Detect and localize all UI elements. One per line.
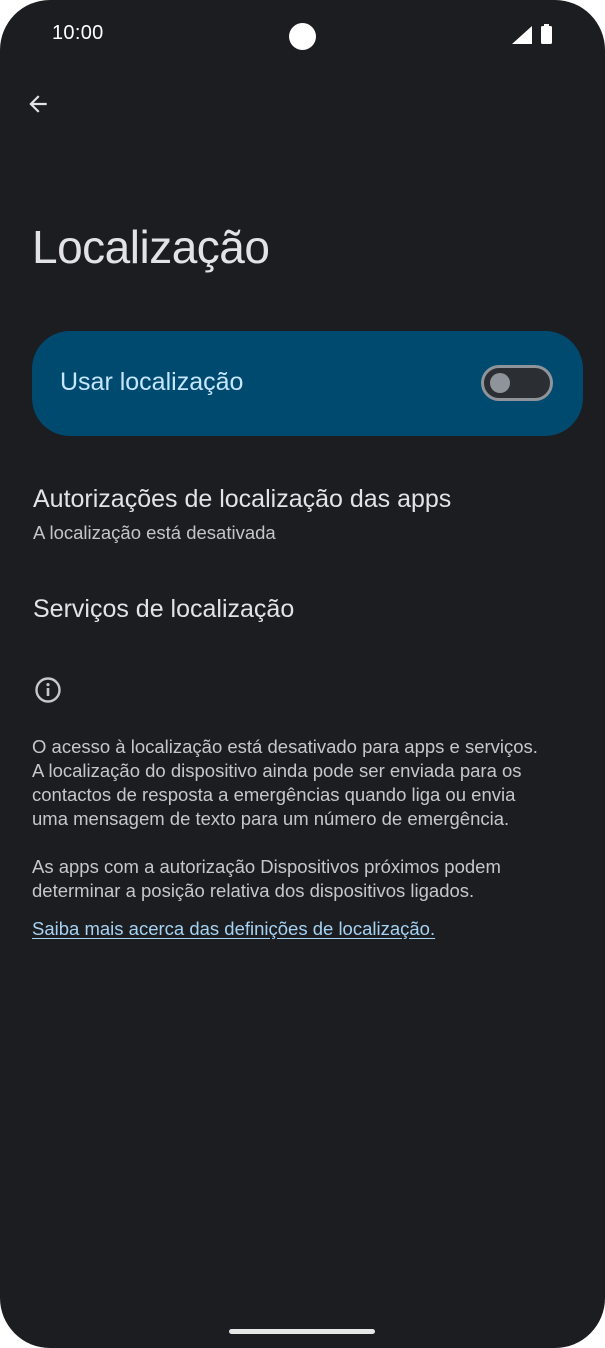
item-title: Serviços de localização (33, 595, 295, 623)
item-summary: A localização está desativada (33, 522, 276, 543)
text-line: contactos de resposta a emergências quan… (32, 784, 516, 805)
text-line: determinar a posição relativa dos dispos… (32, 880, 475, 901)
status-bar: 10:00 (0, 0, 605, 70)
page-title: Localização (32, 221, 270, 273)
use-location-switch[interactable] (481, 365, 553, 401)
battery-icon (541, 24, 552, 44)
item-title: Autorizações de localização das apps (33, 485, 452, 513)
switch-thumb (490, 373, 510, 393)
back-button[interactable] (20, 86, 56, 122)
use-location-toggle-row[interactable]: Usar localização (32, 331, 583, 436)
location-disabled-description: O acesso à localização está desativado p… (32, 735, 577, 831)
learn-more-link[interactable]: Saiba mais acerca das definições de loca… (32, 918, 435, 940)
nearby-devices-description: As apps com a autorização Dispositivos p… (32, 855, 577, 903)
cell-signal-icon (512, 26, 532, 44)
info-icon (35, 677, 61, 703)
text-line: A localização do dispositivo ainda pode … (32, 760, 522, 781)
app-location-permissions-item[interactable]: Autorizações de localização das apps A l… (0, 470, 605, 560)
arrow-back-icon (29, 95, 47, 113)
front-camera (289, 23, 316, 50)
text-line: O acesso à localização está desativado p… (32, 736, 538, 757)
phone-screen: 10:00 Localização Usar localização Autor… (0, 0, 605, 1348)
status-time: 10:00 (52, 22, 104, 44)
text-line: uma mensagem de texto para um número de … (32, 808, 510, 829)
use-location-label: Usar localização (60, 368, 244, 396)
gesture-navigation-handle[interactable] (229, 1329, 375, 1334)
location-services-item[interactable]: Serviços de localização (0, 580, 605, 644)
text-line: As apps com a autorização Dispositivos p… (32, 856, 501, 877)
